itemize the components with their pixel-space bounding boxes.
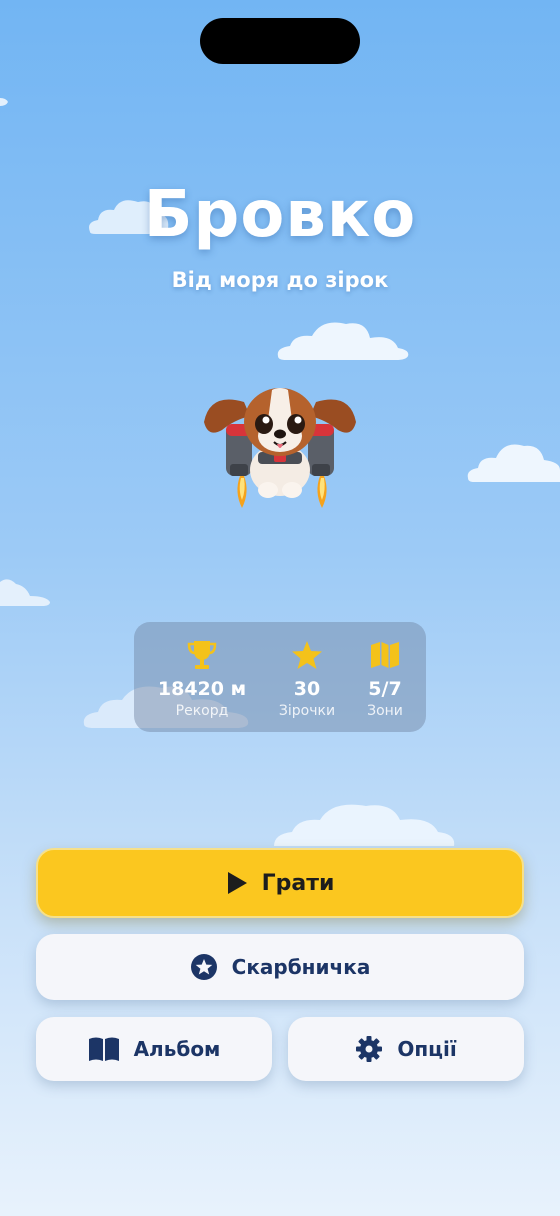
options-button[interactable]: Опції <box>288 1017 524 1081</box>
star-icon <box>270 638 344 672</box>
cloud <box>0 98 8 106</box>
play-icon <box>226 871 248 895</box>
stat-stars-value: 30 <box>293 678 321 700</box>
album-button-label: Альбом <box>133 1037 221 1061</box>
stats-panel: 18420 м Рекорд 30 Зірочки 5/7 Зони <box>134 622 426 732</box>
stat-record-value: 18420 м <box>157 678 247 700</box>
star-circle-icon <box>190 953 218 981</box>
cloud <box>0 579 50 606</box>
cloud <box>467 444 560 482</box>
play-button-label: Грати <box>261 870 335 896</box>
shop-button-label: Скарбничка <box>231 955 371 979</box>
book-icon <box>88 1036 120 1062</box>
play-button[interactable]: Грати <box>36 848 524 918</box>
stat-stars-label: Зірочки <box>278 703 336 719</box>
cloud <box>277 322 409 360</box>
dynamic-island <box>200 18 360 64</box>
stat-record-label: Рекорд <box>175 703 229 719</box>
gear-icon <box>355 1035 383 1063</box>
dog-character-illustration <box>204 388 356 508</box>
stat-stars: 30 Зірочки <box>270 638 344 719</box>
trophy-icon <box>152 638 252 672</box>
map-icon <box>358 638 412 672</box>
shop-button[interactable]: Скарбничка <box>36 934 524 1000</box>
options-button-label: Опції <box>397 1037 457 1061</box>
stat-record: 18420 м Рекорд <box>152 638 252 719</box>
app-title: Бровко <box>143 178 417 252</box>
app-subtitle: Від моря до зірок <box>171 268 389 292</box>
stat-zones-label: Зони <box>367 703 403 719</box>
cloud <box>274 804 455 846</box>
stat-zones: 5/7 Зони <box>358 638 412 719</box>
stat-zones-value: 5/7 <box>368 678 402 700</box>
album-button[interactable]: Альбом <box>36 1017 272 1081</box>
